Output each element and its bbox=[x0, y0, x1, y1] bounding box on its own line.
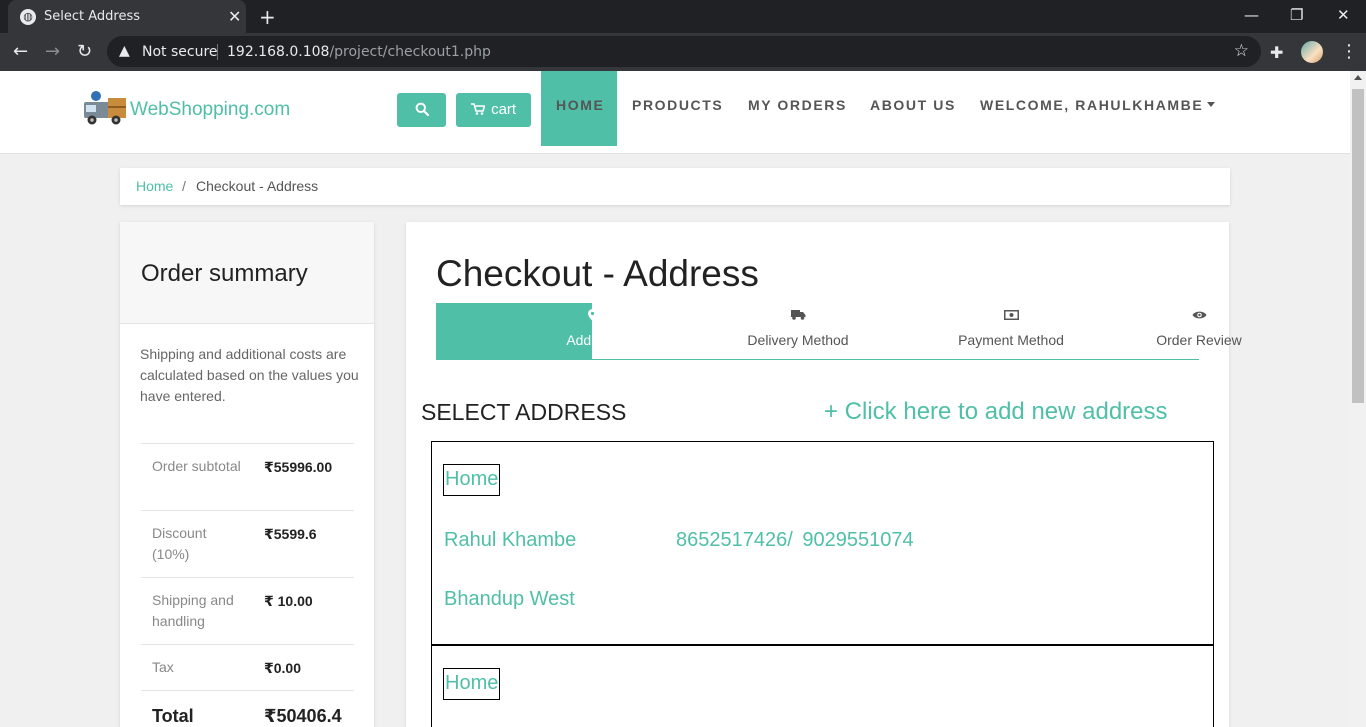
summary-label: Order subtotal bbox=[152, 458, 241, 474]
nav-user-menu[interactable]: WELCOME, RAHULKHAMBE bbox=[980, 97, 1216, 113]
profile-avatar[interactable] bbox=[1301, 41, 1323, 63]
order-summary-title: Order summary bbox=[141, 260, 308, 287]
browser-tab-bar: ◍ Select Address ✕ + — ❐ ✕ bbox=[0, 0, 1366, 33]
order-summary-panel: Order summary Shipping and additional co… bbox=[120, 222, 374, 727]
summary-row-shipping: Shipping and handling ₹ 10.00 bbox=[141, 577, 354, 644]
address-area: Bhandup West bbox=[444, 588, 575, 610]
address-card[interactable]: Home bbox=[431, 645, 1214, 727]
omnibox-divider bbox=[217, 44, 218, 60]
summary-value: ₹ 10.00 bbox=[264, 593, 313, 609]
delivery-truck-logo-icon[interactable] bbox=[82, 90, 128, 126]
nav-about-us[interactable]: ABOUT US bbox=[870, 97, 956, 113]
restore-icon[interactable]: ❐ bbox=[1290, 6, 1303, 24]
new-tab-icon[interactable]: + bbox=[259, 5, 276, 29]
search-icon bbox=[415, 102, 429, 117]
select-address-heading: SELECT ADDRESS bbox=[421, 399, 627, 425]
address-tag[interactable]: Home bbox=[443, 668, 501, 700]
address-phones: 8652517426/ 9029551074 bbox=[676, 529, 914, 551]
summary-row-total: Total ₹50406.4 bbox=[141, 690, 354, 727]
summary-row-subtotal: Order subtotal ₹55996.00 bbox=[141, 443, 354, 510]
page-content: WebShopping.com cart HOME PRODUCTS MY OR… bbox=[0, 71, 1350, 727]
url-path: /project/checkout1.php bbox=[329, 44, 491, 60]
add-new-address-link[interactable]: + Click here to add new address bbox=[824, 398, 1168, 426]
url-text[interactable]: 192.168.0.108/project/checkout1.php bbox=[227, 44, 491, 60]
checkout-title: Checkout - Address bbox=[436, 253, 759, 294]
tab-title: Select Address bbox=[44, 9, 141, 24]
summary-row-discount: Discount (10%) ₹5599.6 bbox=[141, 510, 354, 577]
breadcrumb-separator: / bbox=[182, 178, 186, 194]
breadcrumb-home-link[interactable]: Home bbox=[136, 178, 173, 194]
shopping-cart-icon bbox=[470, 103, 486, 115]
forward-icon[interactable]: → bbox=[45, 41, 60, 62]
nav-home-label: HOME bbox=[556, 97, 605, 113]
site-navbar: WebShopping.com cart HOME PRODUCTS MY OR… bbox=[0, 71, 1350, 154]
breadcrumb-current: Checkout - Address bbox=[196, 178, 319, 194]
scroll-thumb[interactable] bbox=[1352, 89, 1364, 403]
site-logo-text[interactable]: WebShopping.com bbox=[130, 99, 290, 121]
address-bar[interactable]: ▲ Not secure 192.168.0.108/project/check… bbox=[107, 36, 1261, 67]
browser-tab[interactable]: ◍ Select Address ✕ bbox=[8, 0, 246, 33]
summary-label: Discount (10%) bbox=[152, 525, 207, 562]
nav-products[interactable]: PRODUCTS bbox=[632, 97, 723, 113]
step-delivery-method[interactable]: Delivery Method bbox=[592, 303, 849, 359]
page-scrollbar[interactable] bbox=[1350, 71, 1366, 727]
security-label[interactable]: Not secure bbox=[142, 44, 218, 60]
summary-label: Tax bbox=[152, 659, 174, 675]
cart-button[interactable]: cart bbox=[456, 93, 531, 127]
address-name: Rahul Khambe bbox=[444, 529, 577, 551]
summary-total-label: Total bbox=[152, 706, 194, 726]
dropdown-caret-icon bbox=[1207, 102, 1216, 107]
address-card[interactable]: Home Rahul Khambe 8652517426/ 9029551074… bbox=[431, 441, 1214, 645]
breadcrumb: Home / Checkout - Address bbox=[120, 168, 1230, 205]
checkout-panel: Checkout - Address Address Delivery Meth… bbox=[406, 222, 1242, 727]
extensions-icon[interactable]: ✚ bbox=[1270, 43, 1283, 62]
minimize-icon[interactable]: — bbox=[1244, 6, 1259, 24]
close-window-icon[interactable]: ✕ bbox=[1337, 6, 1350, 24]
url-host: 192.168.0.108 bbox=[227, 44, 330, 60]
eye-icon bbox=[1105, 309, 1293, 323]
address-tag[interactable]: Home bbox=[443, 464, 501, 496]
checkout-steps: Address Delivery Method Payment Method O… bbox=[436, 303, 1242, 360]
menu-dots-icon[interactable]: ⋮ bbox=[1340, 41, 1358, 62]
step-label: Order Review bbox=[1156, 332, 1242, 348]
cart-label: cart bbox=[491, 101, 517, 118]
bookmark-star-icon[interactable]: ☆ bbox=[1234, 41, 1249, 61]
summary-row-tax: Tax ₹0.00 bbox=[141, 644, 354, 690]
summary-label: Shipping and handling bbox=[152, 592, 234, 629]
order-summary-header: Order summary bbox=[120, 222, 374, 324]
summary-value: ₹0.00 bbox=[264, 660, 301, 676]
warning-icon[interactable]: ▲ bbox=[119, 43, 130, 59]
close-tab-icon[interactable]: ✕ bbox=[228, 7, 241, 26]
order-summary-note: Shipping and additional costs are calcul… bbox=[140, 346, 359, 404]
summary-value: ₹55996.00 bbox=[264, 459, 333, 475]
back-icon[interactable]: ← bbox=[13, 41, 28, 62]
step-order-review[interactable]: Order Review bbox=[1011, 303, 1242, 359]
scroll-up-arrow-icon[interactable] bbox=[1354, 75, 1362, 80]
browser-toolbar: ← → ↻ ▲ Not secure 192.168.0.108/project… bbox=[0, 33, 1366, 71]
summary-value: ₹5599.6 bbox=[264, 526, 317, 542]
nav-home[interactable]: HOME bbox=[541, 71, 617, 146]
nav-my-orders[interactable]: MY ORDERS bbox=[748, 97, 847, 113]
search-button[interactable] bbox=[397, 93, 446, 127]
globe-icon: ◍ bbox=[20, 9, 36, 25]
step-payment-method[interactable]: Payment Method bbox=[798, 303, 1064, 359]
reload-icon[interactable]: ↻ bbox=[77, 41, 92, 62]
welcome-label: WELCOME, RAHULKHAMBE bbox=[980, 97, 1204, 113]
summary-total-value: ₹50406.4 bbox=[264, 706, 342, 726]
step-address[interactable]: Address bbox=[436, 303, 618, 359]
